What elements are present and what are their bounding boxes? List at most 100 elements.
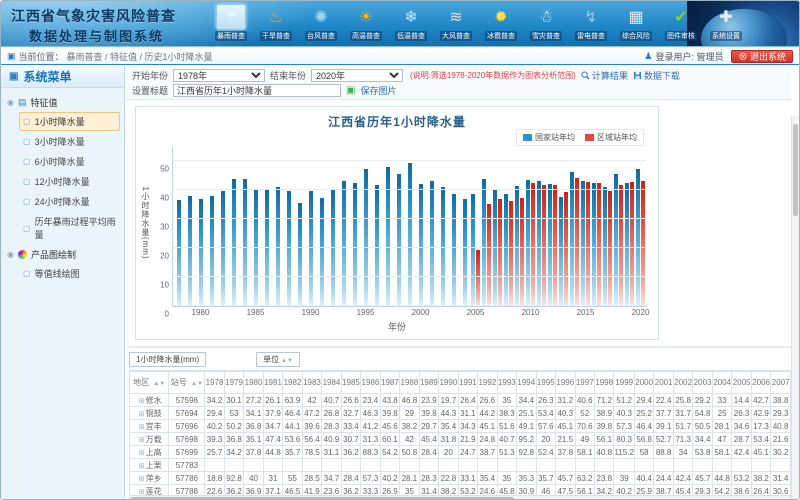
column-header-1995[interactable]: 1995	[536, 372, 555, 394]
toolbar-item-hail[interactable]: ✹冰雹普查	[483, 4, 519, 46]
chart-panel: 江西省历年1小时降水量 国家站年均区域站年均 1小时降水量(mm) 010203…	[135, 106, 659, 340]
column-header-1986[interactable]: 1986	[361, 372, 380, 394]
expand-row-icon[interactable]: ⊞	[139, 463, 145, 470]
calculate-button[interactable]: 计算结果	[581, 69, 628, 82]
sidebar-item-0-1[interactable]: ▢3小时降水量	[19, 132, 120, 151]
toolbar-item-drought[interactable]: ♨干旱普查	[258, 4, 294, 46]
toolbar-item-snow[interactable]: ☃雪灾普查	[528, 4, 564, 46]
cell-value: 53.4	[751, 433, 770, 446]
horizontal-scrollbar[interactable]	[129, 495, 791, 500]
column-header-2004[interactable]: 2004	[712, 372, 731, 394]
column-header-1981[interactable]: 1981	[263, 372, 282, 394]
toolbar-item-rainstorm[interactable]: ☂暴雨普查	[213, 4, 249, 46]
cell-value: 37.9	[263, 407, 282, 420]
column-header-2001[interactable]: 2001	[654, 372, 673, 394]
save-image-button[interactable]: 保存图片	[360, 84, 396, 97]
cell-value: 58	[634, 446, 653, 459]
toolbar-item-review[interactable]: ✔图件审核	[663, 4, 699, 46]
logout-button[interactable]: ⊗ 退出系统	[731, 50, 793, 63]
column-header-1984[interactable]: 1984	[322, 372, 341, 394]
column-header-region[interactable]: 地区 ▲▼	[130, 372, 169, 394]
column-header-1979[interactable]: 1979	[224, 372, 243, 394]
bar-group-2006	[481, 147, 492, 306]
sort-arrows-icon[interactable]: ▲▼	[191, 381, 203, 387]
expand-row-icon[interactable]: ⊞	[139, 411, 145, 418]
sidebar-item-1-0[interactable]: ▢等值线绘图	[19, 264, 120, 283]
toolbar-item-wind[interactable]: ≋大风普查	[438, 4, 474, 46]
column-header-2002[interactable]: 2002	[673, 372, 692, 394]
vscroll-thumb[interactable]	[793, 124, 798, 216]
sidebar-item-0-0[interactable]: ▢1小时降水量	[19, 112, 120, 131]
vertical-scrollbar[interactable]	[791, 116, 799, 499]
sidebar-item-0-4[interactable]: ▢24小时降水量	[19, 192, 120, 211]
column-header-2000[interactable]: 2000	[634, 372, 653, 394]
sidebar-item-label: 等值线绘图	[35, 267, 80, 280]
cell-value: 36.8	[224, 433, 243, 446]
table-row[interactable]: ⊞上栗57783	[130, 459, 791, 472]
cell-value: 44.8	[712, 472, 731, 485]
expand-row-icon[interactable]: ⊞	[139, 424, 145, 431]
column-header-1988[interactable]: 1988	[400, 372, 419, 394]
sort-arrows-icon[interactable]: ▲▼	[153, 381, 165, 387]
cell-value: 33.4	[341, 420, 360, 433]
cell-value: 20	[536, 433, 555, 446]
sidebar-item-0-3[interactable]: ▢12小时降水量	[19, 172, 120, 191]
table-row[interactable]: ⊞宜丰5769640.250.236.834.744.139.628.333.4…	[130, 420, 791, 433]
column-header-1982[interactable]: 1982	[283, 372, 302, 394]
column-header-1980[interactable]: 1980	[244, 372, 263, 394]
data-table-wrap[interactable]: 地区 ▲▼站号 ▲▼197819791980198119821983198419…	[129, 370, 791, 500]
sidebar-item-0-5[interactable]: ▢历年暴雨过程平均雨量	[19, 212, 120, 244]
cell-value: 42.9	[751, 407, 770, 420]
table-row[interactable]: ⊞铜鼓5769429.45334.137.946.447.226.832.746…	[130, 407, 791, 420]
column-header-station[interactable]: 站号 ▲▼	[169, 372, 205, 394]
column-header-1994[interactable]: 1994	[517, 372, 536, 394]
tree-toggle-icon[interactable]: ◉	[7, 250, 14, 259]
column-header-2006[interactable]: 2006	[751, 372, 770, 394]
x-tick-label: 1980	[192, 308, 210, 317]
tree-toggle-icon[interactable]: ◉	[7, 98, 14, 107]
end-year-select[interactable]: 2020年	[311, 69, 403, 82]
column-header-2005[interactable]: 2005	[732, 372, 751, 394]
tree-parent-1[interactable]: ◉产品图绘制	[5, 246, 120, 263]
expand-row-icon[interactable]: ⊞	[139, 437, 145, 444]
expand-row-icon[interactable]: ⊞	[139, 398, 145, 405]
column-header-1978[interactable]: 1978	[205, 372, 224, 394]
settings-icon: ✚	[711, 4, 741, 30]
sort-button[interactable]: 单位▲▼	[256, 352, 300, 367]
column-header-1990[interactable]: 1990	[439, 372, 458, 394]
column-header-1989[interactable]: 1989	[419, 372, 438, 394]
column-header-1991[interactable]: 1991	[458, 372, 477, 394]
column-header-1997[interactable]: 1997	[575, 372, 594, 394]
toolbar-item-lowtemp[interactable]: ❄低温普查	[393, 4, 429, 46]
table-row[interactable]: ⊞万载5769839.336.835.147.453.656.440.930.7…	[130, 433, 791, 446]
national-bar-2018	[614, 174, 618, 306]
column-header-2007[interactable]: 2007	[771, 372, 791, 394]
breadcrumb[interactable]: 暴雨普查 / 特征值 / 历史1小时降水量	[67, 50, 213, 63]
table-row[interactable]: ⊞上高5769925.734.237.844.835.778.531.136.2…	[130, 446, 791, 459]
column-header-1992[interactable]: 1992	[478, 372, 497, 394]
start-year-select[interactable]: 1978年	[173, 69, 265, 82]
tree-parent-0[interactable]: ◉▤特征值	[5, 94, 120, 111]
toolbar-item-typhoon[interactable]: ✺台风普查	[303, 4, 339, 46]
toolbar-item-heat[interactable]: ☀高温普查	[348, 4, 384, 46]
column-header-1987[interactable]: 1987	[380, 372, 399, 394]
chart-title-input[interactable]	[173, 84, 341, 97]
column-header-1985[interactable]: 1985	[341, 372, 360, 394]
column-header-2003[interactable]: 2003	[693, 372, 712, 394]
column-header-1996[interactable]: 1996	[556, 372, 575, 394]
column-header-1993[interactable]: 1993	[497, 372, 516, 394]
toolbar-item-composite[interactable]: ▦综合风险	[618, 4, 654, 46]
unit-button[interactable]: 1小时降水量(mm)	[129, 352, 206, 367]
cell-value: 40.6	[575, 394, 594, 407]
column-header-1999[interactable]: 1999	[614, 372, 634, 394]
column-header-1998[interactable]: 1998	[595, 372, 614, 394]
toolbar-item-settings[interactable]: ✚系统设置	[708, 4, 744, 46]
table-row[interactable]: ⊞修水5759834.230.127.226.163.94240.726.623…	[130, 394, 791, 407]
download-button[interactable]: 数据下载	[633, 69, 680, 82]
expand-row-icon[interactable]: ⊞	[139, 476, 145, 483]
column-header-1983[interactable]: 1983	[302, 372, 321, 394]
table-row[interactable]: ⊞萍乡5778618.892.840315528.534.728.457.340…	[130, 472, 791, 485]
toolbar-item-lightning[interactable]: ↯雷电普查	[573, 4, 609, 46]
sidebar-item-0-2[interactable]: ▢6小时降水量	[19, 152, 120, 171]
expand-row-icon[interactable]: ⊞	[139, 450, 145, 457]
